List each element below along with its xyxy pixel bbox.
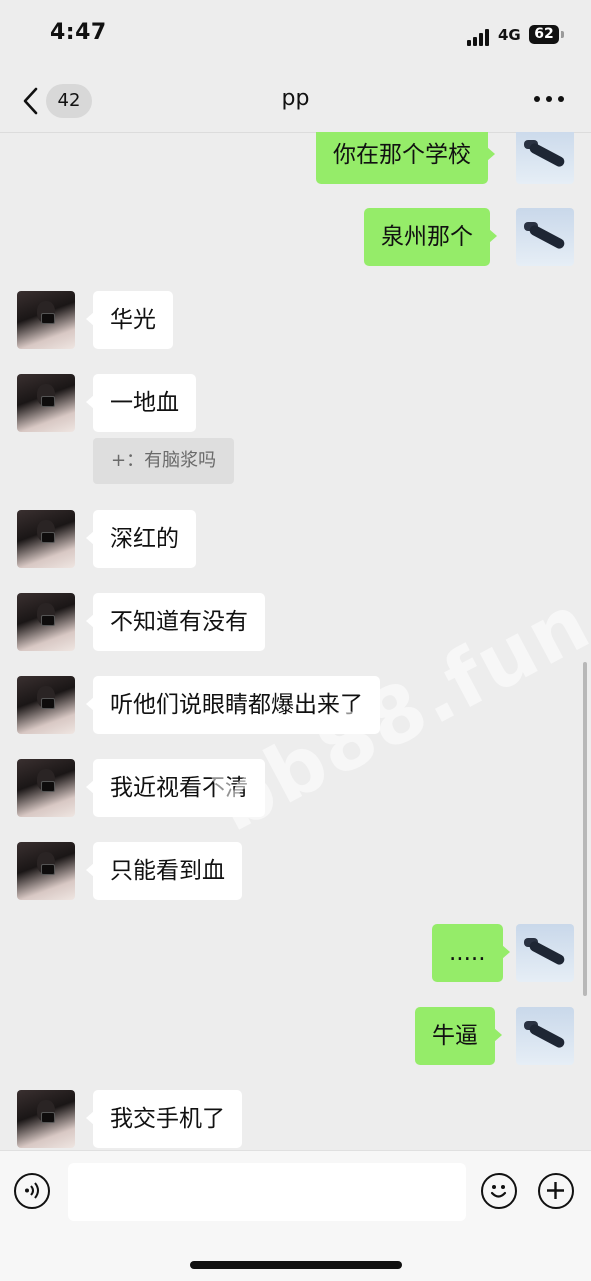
my-avatar[interactable] xyxy=(516,924,574,982)
smiley-icon xyxy=(490,1185,507,1198)
my-avatar[interactable] xyxy=(516,1007,574,1065)
contact-avatar[interactable] xyxy=(17,593,75,651)
contact-avatar[interactable] xyxy=(17,842,75,900)
nav-bar: 42 pp xyxy=(0,70,591,133)
contact-avatar[interactable] xyxy=(17,676,75,734)
plus-icon xyxy=(547,1182,564,1199)
emoji-button[interactable] xyxy=(481,1173,517,1209)
message-bubble-outgoing[interactable]: 牛逼 xyxy=(415,1007,502,1065)
message-bubble-outgoing[interactable]: ..... xyxy=(432,924,510,982)
message-input[interactable] xyxy=(68,1163,466,1221)
message-bubble-incoming[interactable]: 不知道有没有 xyxy=(86,593,265,651)
status-bar: 4:47 4G 62 xyxy=(0,0,591,70)
home-indicator[interactable] xyxy=(190,1261,402,1269)
message-bubble-incoming[interactable]: 我近视看不清 xyxy=(86,759,265,817)
battery-cap xyxy=(561,31,564,38)
network-type: 4G xyxy=(498,26,521,44)
message-bubble-outgoing[interactable]: 泉州那个 xyxy=(364,208,497,266)
input-bar xyxy=(0,1150,591,1281)
contact-avatar[interactable] xyxy=(17,291,75,349)
chat-title: pp xyxy=(281,86,310,111)
message-bubble-incoming[interactable]: 听他们说眼睛都爆出来了 xyxy=(86,676,380,734)
message-bubble-incoming[interactable]: 一地血 xyxy=(86,374,196,432)
voice-input-button[interactable] xyxy=(14,1173,50,1209)
chat-scrollbar[interactable] xyxy=(583,662,587,996)
message-bubble-incoming[interactable]: 只能看到血 xyxy=(86,842,242,900)
message-bubble-incoming[interactable]: 深红的 xyxy=(86,510,196,568)
my-avatar[interactable] xyxy=(516,132,574,184)
quoted-reply[interactable]: +：有脑浆吗 xyxy=(93,438,235,484)
contact-avatar[interactable] xyxy=(17,510,75,568)
message-bubble-outgoing[interactable]: 你在那个学校 xyxy=(316,132,495,184)
contact-avatar[interactable] xyxy=(17,374,75,432)
signal-icon xyxy=(467,28,493,46)
status-time: 4:47 xyxy=(50,20,107,45)
contact-avatar[interactable] xyxy=(17,1090,75,1148)
contact-avatar[interactable] xyxy=(17,759,75,817)
message-bubble-incoming[interactable]: 我交手机了 xyxy=(86,1090,242,1148)
message-bubble-incoming[interactable]: 华光 xyxy=(86,291,173,349)
chat-history[interactable]: 你在那个学校 泉州那个 华光 一地血 +：有脑浆吗 深红的 不知道有没有 听他们… xyxy=(0,132,591,1150)
my-avatar[interactable] xyxy=(516,208,574,266)
battery-icon: 62 xyxy=(529,25,559,44)
more-functions-button[interactable] xyxy=(538,1173,574,1209)
voice-icon xyxy=(25,1182,39,1199)
more-options-button[interactable] xyxy=(534,96,564,106)
